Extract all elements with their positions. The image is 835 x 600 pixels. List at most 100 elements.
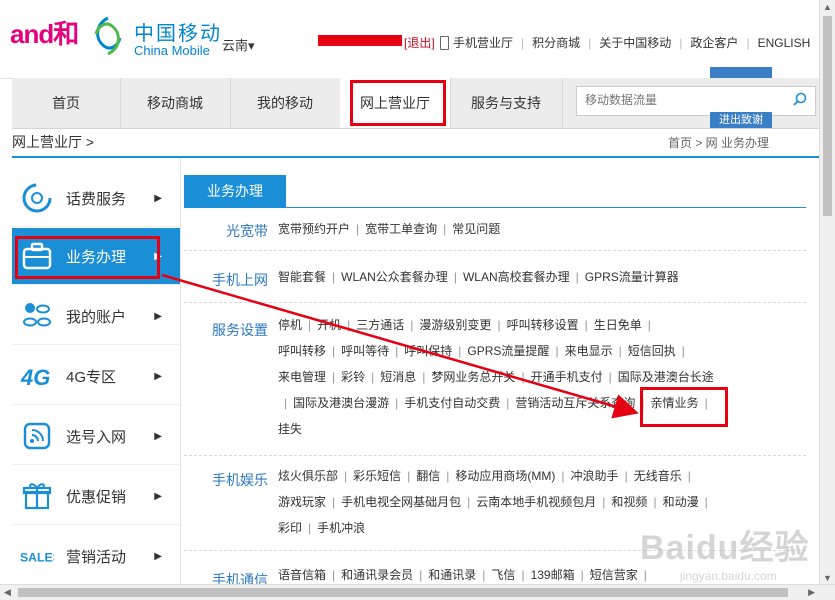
site-header: and和 中国移动 China Mobile 云南▾ [退出] 手机营业厅 | …	[0, 0, 820, 79]
sidebar-item-account[interactable]: 我的账户 ▶	[12, 288, 180, 345]
link-item[interactable]: 来电显示	[565, 344, 613, 358]
highlight-box-nav	[350, 80, 446, 126]
link-item[interactable]: 短信营家	[590, 568, 638, 582]
chevron-right-icon: ▶	[154, 310, 162, 322]
section-title: 业务办理	[184, 175, 286, 207]
nav-my-mobile[interactable]: 我的移动	[230, 78, 341, 128]
link-item[interactable]: WLAN高校套餐办理	[463, 270, 570, 284]
link-item[interactable]: 和通讯录会员	[341, 568, 413, 582]
link-item[interactable]: 冲浪助手	[571, 469, 619, 483]
link-item[interactable]: 彩乐短信	[353, 469, 401, 483]
link-item[interactable]: 宽带预约开户	[278, 222, 350, 236]
link-item[interactable]: 翻信	[416, 469, 440, 483]
toplink-about[interactable]: 关于中国移动	[599, 34, 671, 51]
search-icon[interactable]	[793, 92, 807, 106]
toplink-enterprise[interactable]: 政企客户	[690, 34, 738, 51]
link-item[interactable]: 漫游级别变更	[419, 318, 491, 332]
link-item[interactable]: 停机	[278, 318, 302, 332]
link-item[interactable]: 梦网业务总开关	[431, 370, 515, 384]
scroll-right-icon[interactable]: ▶	[808, 587, 815, 598]
link-item[interactable]: 呼叫转移设置	[507, 318, 579, 332]
link-item[interactable]: 手机冲浪	[317, 521, 365, 535]
link-item[interactable]: 三方通话	[356, 318, 404, 332]
top-links: 手机营业厅 | 积分商城 | 关于中国移动 | 政企客户 | ENGLISH	[440, 34, 810, 51]
4g-icon: 4G	[20, 359, 54, 393]
search-input[interactable]	[577, 87, 788, 113]
link-item[interactable]: 国际及港澳台漫游	[293, 396, 389, 410]
overlay-button[interactable]: 进出致谢	[710, 112, 772, 128]
sidebar-item-number[interactable]: 选号入网 ▶	[12, 408, 180, 465]
link-item[interactable]: 炫火俱乐部	[278, 469, 338, 483]
toplink-english[interactable]: ENGLISH	[758, 36, 811, 50]
chevron-right-icon: ▶	[154, 192, 162, 204]
link-item[interactable]: 语音信箱	[278, 568, 326, 582]
horizontal-scrollbar[interactable]: ◀ ▶	[0, 584, 835, 600]
link-item[interactable]: 移动应用商场(MM)	[455, 469, 555, 483]
highlight-box-sidebar	[15, 236, 160, 279]
sidebar-item-promotions[interactable]: 优惠促销 ▶	[12, 468, 180, 525]
link-item[interactable]: 游戏玩家	[278, 495, 326, 509]
toplink-points-mall[interactable]: 积分商城	[532, 34, 580, 51]
link-item[interactable]: 飞信	[491, 568, 515, 582]
row-divider	[184, 250, 806, 251]
link-item[interactable]: 彩印	[278, 521, 302, 535]
link-item[interactable]: 营销活动互斥关系查询	[515, 396, 635, 410]
link-item[interactable]: 和动漫	[663, 495, 699, 509]
account-dots-icon	[20, 299, 54, 333]
link-item[interactable]: 手机支付自动交费	[404, 396, 500, 410]
toplink-mobile-hall[interactable]: 手机营业厅	[453, 34, 513, 51]
link-item[interactable]: 智能套餐	[278, 270, 326, 284]
link-item[interactable]: 云南本地手机视频包月	[476, 495, 596, 509]
links-mobile-internet: 智能套餐 | WLAN公众套餐办理 | WLAN高校套餐办理 | GPRS流量计算器	[278, 270, 679, 284]
scroll-left-icon[interactable]: ◀	[4, 587, 11, 598]
link-item[interactable]: 挂失	[278, 422, 302, 436]
link-item[interactable]: 无线音乐	[634, 469, 682, 483]
link-item[interactable]: 生日免单	[594, 318, 642, 332]
logout-link[interactable]: [退出]	[404, 34, 435, 51]
link-item[interactable]: 来电管理	[278, 370, 326, 384]
link-item[interactable]: 和通讯录	[428, 568, 476, 582]
sidebar-item-marketing[interactable]: SALES 营销活动 ▶	[12, 528, 180, 585]
link-item[interactable]: GPRS流量计算器	[585, 270, 679, 284]
billing-icon	[20, 181, 54, 215]
link-item[interactable]: 短信回执	[628, 344, 676, 358]
link-item[interactable]: 常见问题	[452, 222, 500, 236]
link-item[interactable]: 彩铃	[341, 370, 365, 384]
link-item[interactable]: 139邮箱	[531, 568, 575, 582]
link-item[interactable]: 国际及港澳台长途	[618, 370, 714, 384]
nav-mall[interactable]: 移动商城	[120, 78, 231, 128]
china-mobile-logo-icon[interactable]	[90, 16, 126, 56]
link-item[interactable]: WLAN公众套餐办理	[341, 270, 448, 284]
scroll-up-icon[interactable]: ▲	[823, 2, 832, 12]
link-item[interactable]: 呼叫转移	[278, 344, 326, 358]
region-selector[interactable]: 云南▾	[222, 35, 255, 54]
scroll-down-icon[interactable]: ▼	[823, 573, 832, 583]
chevron-right-icon: ▶	[154, 550, 162, 562]
link-item[interactable]: 和视频	[611, 495, 647, 509]
sidebar-item-label: 我的账户	[66, 308, 127, 326]
vertical-scrollbar[interactable]: ▲ ▼	[819, 0, 835, 585]
sidebar-item-billing[interactable]: 话费服务 ▶	[12, 170, 180, 227]
link-item[interactable]: 开机	[317, 318, 341, 332]
link-item[interactable]: 宽带工单查询	[365, 222, 437, 236]
sidebar: 话费服务 ▶ 业务办理 ▶ 我的账户 ▶ 4G 4G专区 ▶ 选号入网 ▶ 优惠…	[12, 158, 181, 588]
link-item[interactable]: 呼叫保持	[404, 344, 452, 358]
breadcrumb[interactable]: 首页 > 网 业务办理	[668, 134, 769, 151]
link-item[interactable]: GPRS流量提醒	[467, 344, 549, 358]
and-logo[interactable]: and和	[10, 14, 79, 51]
sim-signal-icon	[20, 419, 54, 453]
nav-home[interactable]: 首页	[12, 78, 121, 128]
horizontal-scroll-thumb[interactable]	[18, 588, 788, 597]
row-label-entertainment: 手机娱乐	[212, 472, 268, 488]
sidebar-item-4g[interactable]: 4G 4G专区 ▶	[12, 348, 180, 405]
svg-text:4G: 4G	[20, 365, 50, 390]
redacted-username	[318, 35, 402, 46]
link-item[interactable]: 短消息	[380, 370, 416, 384]
link-item[interactable]: 呼叫等待	[341, 344, 389, 358]
highlight-box-family-business	[640, 387, 728, 427]
link-item[interactable]: 开通手机支付	[531, 370, 603, 384]
link-item[interactable]: 手机电视全网基础月包	[341, 495, 461, 509]
sidebar-item-label: 选号入网	[66, 428, 127, 446]
nav-service-support[interactable]: 服务与支持	[450, 78, 563, 128]
vertical-scroll-thumb[interactable]	[823, 16, 832, 216]
